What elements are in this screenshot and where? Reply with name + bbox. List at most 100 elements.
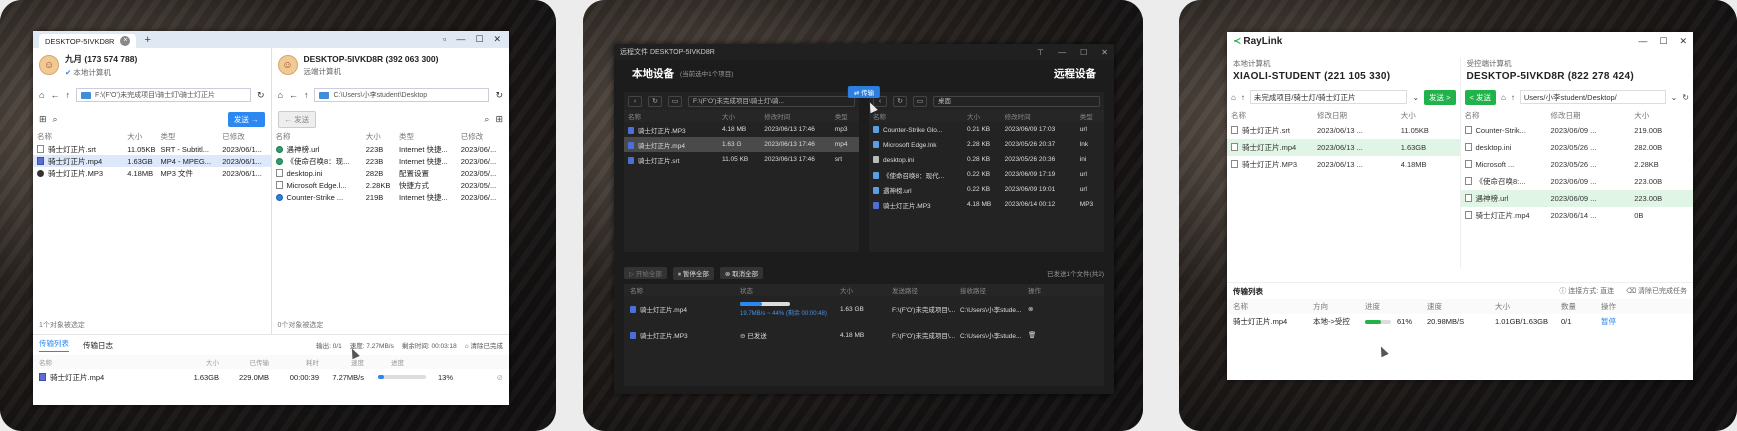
remote-path-field[interactable]: Users/小李student/Desktop/: [1519, 90, 1666, 104]
pin-icon[interactable]: ⊤: [1037, 48, 1044, 57]
local-path-field[interactable]: 未完成项目/骑士灯/骑士灯正片: [1249, 90, 1408, 104]
add-tab-icon[interactable]: +: [144, 34, 150, 46]
send-back-button[interactable]: < 发送: [1464, 89, 1496, 105]
table-row[interactable]: desktop.ini 2023/05/26 ... 282.00B: [1461, 139, 1694, 156]
table-row[interactable]: 《使命召唤8：现... 223B Internet 快捷... 2023/06/...: [272, 155, 510, 167]
up-icon[interactable]: ↑: [65, 90, 70, 100]
close-icon[interactable]: ✕: [1101, 48, 1108, 57]
transfer-button[interactable]: ⇄ 传输: [847, 86, 881, 98]
home-icon[interactable]: ⌂: [1231, 93, 1236, 102]
close-tab-icon[interactable]: ×: [120, 36, 131, 46]
cancel-icon[interactable]: ⊗: [1028, 305, 1058, 313]
send-back-button[interactable]: ← 发送: [277, 110, 317, 128]
pause-all-button[interactable]: ⏸ 暂停全部: [672, 266, 714, 280]
col-type[interactable]: 类型: [395, 129, 457, 143]
home-icon[interactable]: ⌂: [1501, 93, 1506, 102]
up-icon[interactable]: ↑: [1241, 93, 1245, 102]
chevron-down-icon[interactable]: ⌄: [1412, 93, 1419, 102]
search-icon[interactable]: ⌕: [53, 114, 58, 125]
local-path-field[interactable]: F:\(F'O')未完成项目\骑士灯\骑...: [688, 95, 855, 107]
new-folder-icon[interactable]: ⊞: [495, 114, 503, 125]
table-row[interactable]: Counter-Strike ... 219B Internet 快捷... 2023…: [272, 191, 510, 203]
send-button[interactable]: 发送 →: [227, 111, 265, 127]
table-row[interactable]: Microsoft ... 2023/05/26 ... 2.28KB: [1461, 156, 1694, 173]
table-row[interactable]: 《使命召唤8:... 2023/06/09 ... 223.00B: [1461, 173, 1694, 190]
remote-path-field[interactable]: 桌面: [933, 95, 1100, 107]
delete-icon[interactable]: 🗑: [1028, 331, 1058, 339]
transfer-row[interactable]: 骑士灯正片.mp4 19.7MB/s ~ 44% (剩余 00:00:48) 1…: [624, 296, 1104, 322]
remote-path-field[interactable]: C:\Users\小李student\Desktop: [314, 88, 490, 102]
col-size[interactable]: 大小: [123, 129, 156, 143]
folder-icon[interactable]: ▭: [913, 95, 927, 107]
transfer-row[interactable]: 骑士灯正片.mp4 1.63GB 229.0MB 00:00:39 7.27MB…: [33, 369, 509, 385]
table-row[interactable]: 遇神榜.url 223B Internet 快捷... 2023/06/...: [272, 143, 510, 155]
table-row[interactable]: desktop.ini 282B 配置设置 2023/05/...: [272, 167, 510, 179]
cancel-all-button[interactable]: ⊗ 取消全部: [719, 267, 764, 279]
col-size[interactable]: 大小: [362, 129, 395, 143]
table-row[interactable]: 骑士灯正片.MP3 4.18 MB 2023/06/14 00:12 MP3: [869, 197, 1104, 212]
tab-transfer-log[interactable]: 传输日志: [83, 340, 113, 351]
table-row[interactable]: 骑士灯正片.mp4 2023/06/14 ... 0B: [1461, 207, 1694, 224]
folder-icon[interactable]: ▭: [668, 95, 682, 107]
transfer-row[interactable]: 骑士灯正片.MP3 ⊖ 已发送 4.18 MB F:\(F'O')未完成项目\.…: [624, 322, 1104, 348]
back-icon[interactable]: ‹: [628, 95, 642, 107]
table-row[interactable]: 《使命召唤8：现代... 0.22 KB 2023/06/09 17:19 url: [869, 167, 1104, 182]
file-icon: [1231, 160, 1238, 168]
table-row[interactable]: 骑士灯正片.mp4 2023/06/13 ... 1.63GB: [1227, 139, 1460, 156]
table-row[interactable]: Counter-Strike Glo... 0.21 KB 2023/06/09 1…: [869, 122, 1104, 137]
clear-completed-button[interactable]: ⌂ 清除已完成: [465, 340, 503, 350]
table-row[interactable]: 遇神榜.url 2023/06/09 ... 223.00B: [1460, 190, 1693, 207]
col-modified[interactable]: 已修改: [457, 129, 509, 143]
chevron-down-icon[interactable]: ⌄: [1671, 93, 1678, 102]
home-icon[interactable]: ⌂: [278, 90, 283, 100]
refresh-icon[interactable]: ↻: [648, 95, 662, 107]
minimize-icon[interactable]: —: [1058, 48, 1066, 57]
maximize-icon[interactable]: ☐: [475, 34, 483, 45]
up-icon[interactable]: ↑: [1511, 93, 1515, 102]
table-row[interactable]: 骑士灯正片.mp4 1.63GB MP4 - MPEG... 2023/06/1..…: [33, 155, 271, 167]
home-icon[interactable]: ⌂: [39, 90, 44, 100]
table-row[interactable]: 骑士灯正片.srt 11.05 KB 2023/06/13 17:46 srt: [624, 152, 859, 167]
table-row[interactable]: 骑士灯正片.srt 2023/06/13 ... 11.05KB: [1227, 122, 1460, 139]
close-icon[interactable]: ✕: [1679, 36, 1687, 47]
search-icon[interactable]: ⌕: [484, 114, 489, 125]
table-row[interactable]: 骑士灯正片.mp4 1.63 G 2023/06/13 17:46 mp4: [624, 137, 859, 152]
col-type[interactable]: 类型: [157, 129, 219, 143]
transfer-row[interactable]: 骑士灯正片.mp4 本地->受控 61% 20.98MB/S 1.01GB/1.…: [1227, 314, 1693, 329]
col-modified[interactable]: 已修改: [218, 129, 270, 143]
col-name[interactable]: 名称: [272, 129, 362, 143]
close-icon[interactable]: ✕: [493, 34, 501, 45]
start-all-button[interactable]: ▷ 开始全部: [624, 267, 667, 279]
refresh-icon[interactable]: ↻: [1682, 93, 1689, 102]
restore-icon[interactable]: ▫: [443, 34, 446, 45]
table-row[interactable]: Counter-Strik... 2023/06/09 ... 219.00B: [1461, 122, 1694, 139]
connection-mode[interactable]: ⓘ 连接方式: 直连: [1559, 286, 1614, 296]
up-icon[interactable]: ↑: [304, 90, 309, 100]
col-name[interactable]: 名称: [33, 129, 123, 143]
refresh-icon[interactable]: ↻: [495, 90, 503, 101]
table-row[interactable]: Microsoft Edge.lnk 2.28 KB 2023/05/26 20:3…: [869, 137, 1104, 152]
maximize-icon[interactable]: ☐: [1080, 48, 1087, 57]
minimize-icon[interactable]: —: [1638, 36, 1647, 47]
refresh-icon[interactable]: ↻: [257, 90, 265, 101]
session-tab[interactable]: DESKTOP-5IVKD8R ×: [39, 34, 137, 48]
pause-button[interactable]: 暂停: [1601, 316, 1641, 327]
pause-icon[interactable]: ⊘: [497, 373, 503, 382]
table-row[interactable]: 遇神榜.url 0.22 KB 2023/06/09 19:01 url: [869, 182, 1104, 197]
tab-transfer-list[interactable]: 传输列表: [39, 338, 69, 352]
new-folder-icon[interactable]: ⊞: [39, 114, 47, 125]
minimize-icon[interactable]: —: [456, 34, 465, 45]
clear-completed-button[interactable]: ⌫ 清除已完成任务: [1626, 286, 1687, 296]
back-icon[interactable]: ←: [50, 90, 59, 100]
table-row[interactable]: 骑士灯正片.MP3 4.18 MB 2023/06/13 17:46 mp3: [624, 122, 859, 137]
table-row[interactable]: 骑士灯正片.MP3 4.18MB MP3 文件 2023/06/1...: [33, 167, 271, 179]
refresh-icon[interactable]: ↻: [893, 95, 907, 107]
back-icon[interactable]: ←: [289, 90, 298, 100]
table-row[interactable]: 骑士灯正片.srt 11.05KB SRT - Subtitl... 2023/06…: [33, 143, 271, 155]
send-button[interactable]: 发送 >: [1424, 89, 1456, 105]
maximize-icon[interactable]: ☐: [1659, 36, 1667, 47]
local-path-field[interactable]: F:\(F'O')未完成项目\骑士灯\骑士灯正片: [75, 88, 251, 102]
table-row[interactable]: desktop.ini 0.28 KB 2023/05/26 20:36 ini: [869, 152, 1104, 167]
table-row[interactable]: Microsoft Edge.l... 2.28KB 快捷方式 2023/05/...: [272, 179, 510, 191]
table-row[interactable]: 骑士灯正片.MP3 2023/06/13 ... 4.18MB: [1227, 156, 1460, 173]
